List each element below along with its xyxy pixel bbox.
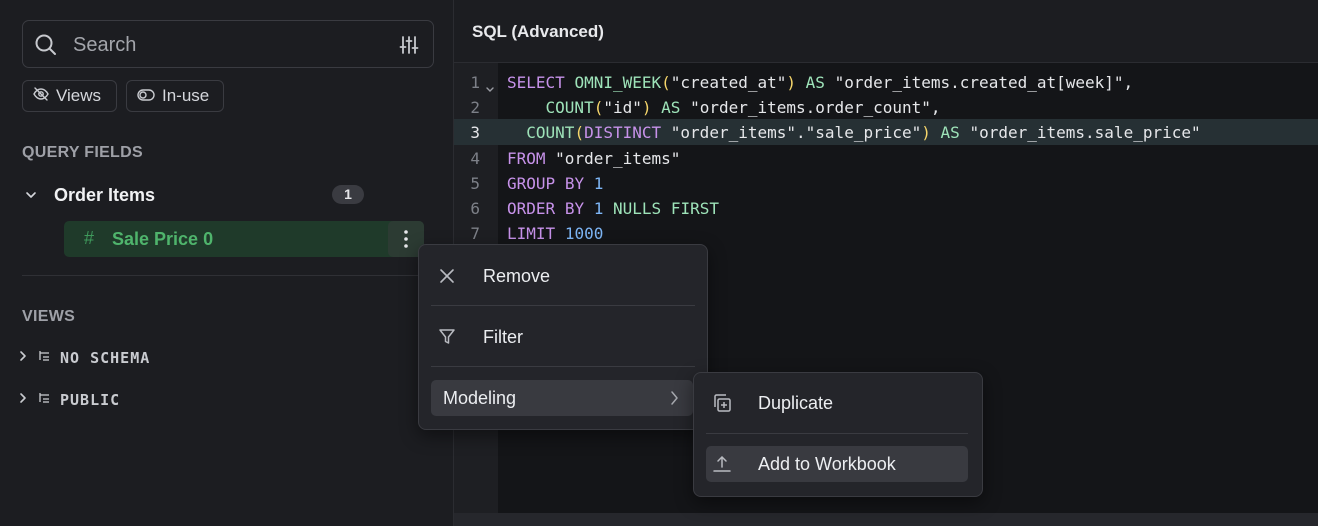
line-number: 1 (470, 73, 480, 92)
menu-separator (431, 366, 695, 367)
query-fields-heading: QUERY FIELDS (22, 144, 143, 161)
menu-item-label: Filter (483, 326, 523, 347)
line-number: 7 (470, 224, 480, 243)
horizontal-scrollbar[interactable] (454, 513, 1318, 526)
duplicate-icon (708, 393, 736, 413)
field-count-badge: 1 (332, 185, 364, 204)
views-chip-label: Views (56, 86, 102, 105)
menu-item-label: Duplicate (758, 392, 834, 413)
code-line: FROM "order_items" (507, 149, 681, 168)
menu-item-modeling[interactable]: Modeling (431, 380, 693, 416)
code-line: GROUP BY 1 (507, 174, 604, 193)
line-number: 6 (470, 199, 480, 218)
views-filter-chip[interactable]: Views (22, 80, 117, 112)
schema-no-schema[interactable]: NO SCHEMA (18, 348, 150, 368)
menu-item-label: Add to Workbook (758, 453, 896, 474)
schema-name: PUBLIC (60, 391, 121, 409)
chevron-right-icon (669, 390, 679, 411)
toggle-icon (137, 86, 155, 106)
eye-off-icon (33, 86, 49, 106)
schema-icon (38, 391, 50, 409)
chevron-right-icon[interactable] (18, 349, 28, 367)
group-name: Order Items (54, 184, 156, 205)
menu-item-filter[interactable]: Filter (431, 319, 695, 355)
search-icon (35, 34, 57, 61)
code-line: SELECT OMNI_WEEK("created_at") AS "order… (507, 73, 1134, 92)
group-order-items[interactable]: Order Items (22, 181, 367, 209)
modeling-submenu: Duplicate Add to Workbook (693, 372, 983, 497)
in-use-filter-chip[interactable]: In-use (126, 80, 224, 112)
line-number-active: 3 (470, 123, 480, 142)
fold-chevron-icon[interactable] (485, 82, 495, 100)
code-line: ORDER BY 1 NULLS FIRST (507, 199, 719, 218)
search-box[interactable] (22, 20, 434, 68)
in-use-chip-label: In-use (162, 86, 210, 105)
menu-separator (706, 433, 968, 434)
menu-item-label: Remove (483, 265, 551, 286)
field-sale-price[interactable]: # Sale Price 0 (64, 221, 424, 257)
line-number: 4 (470, 149, 480, 168)
code-line: LIMIT 1000 (507, 224, 604, 243)
search-input[interactable] (71, 31, 385, 59)
menu-item-add-to-workbook[interactable]: Add to Workbook (706, 446, 968, 482)
line-number: 5 (470, 174, 480, 193)
schema-public[interactable]: PUBLIC (18, 390, 120, 410)
code-line: COUNT("id") AS "order_items.order_count"… (545, 98, 941, 117)
schema-icon (38, 349, 50, 367)
menu-item-duplicate[interactable]: Duplicate (706, 385, 968, 421)
menu-separator (431, 305, 695, 306)
menu-item-label: Modeling (443, 387, 517, 408)
schema-name: NO SCHEMA (60, 349, 151, 367)
upload-icon (708, 454, 736, 474)
field-context-menu: Remove Filter Modeling (418, 244, 708, 430)
editor-title: SQL (Advanced) (472, 22, 604, 41)
section-divider (22, 275, 433, 276)
numeric-type-icon: # (84, 228, 95, 248)
code-line: COUNT(DISTINCT "order_items"."sale_price… (526, 123, 1201, 142)
chevron-down-icon[interactable] (22, 189, 40, 201)
views-heading: VIEWS (22, 308, 76, 325)
field-sidebar: Views In-use QUERY FIELDS Order Items 1 … (0, 0, 454, 526)
field-name: Sale Price 0 (112, 229, 214, 249)
menu-item-remove[interactable]: Remove (431, 258, 695, 294)
sliders-icon[interactable] (399, 35, 419, 60)
filter-icon (433, 328, 461, 346)
chevron-right-icon[interactable] (18, 391, 28, 409)
close-icon (433, 268, 461, 284)
line-number: 2 (470, 98, 480, 117)
